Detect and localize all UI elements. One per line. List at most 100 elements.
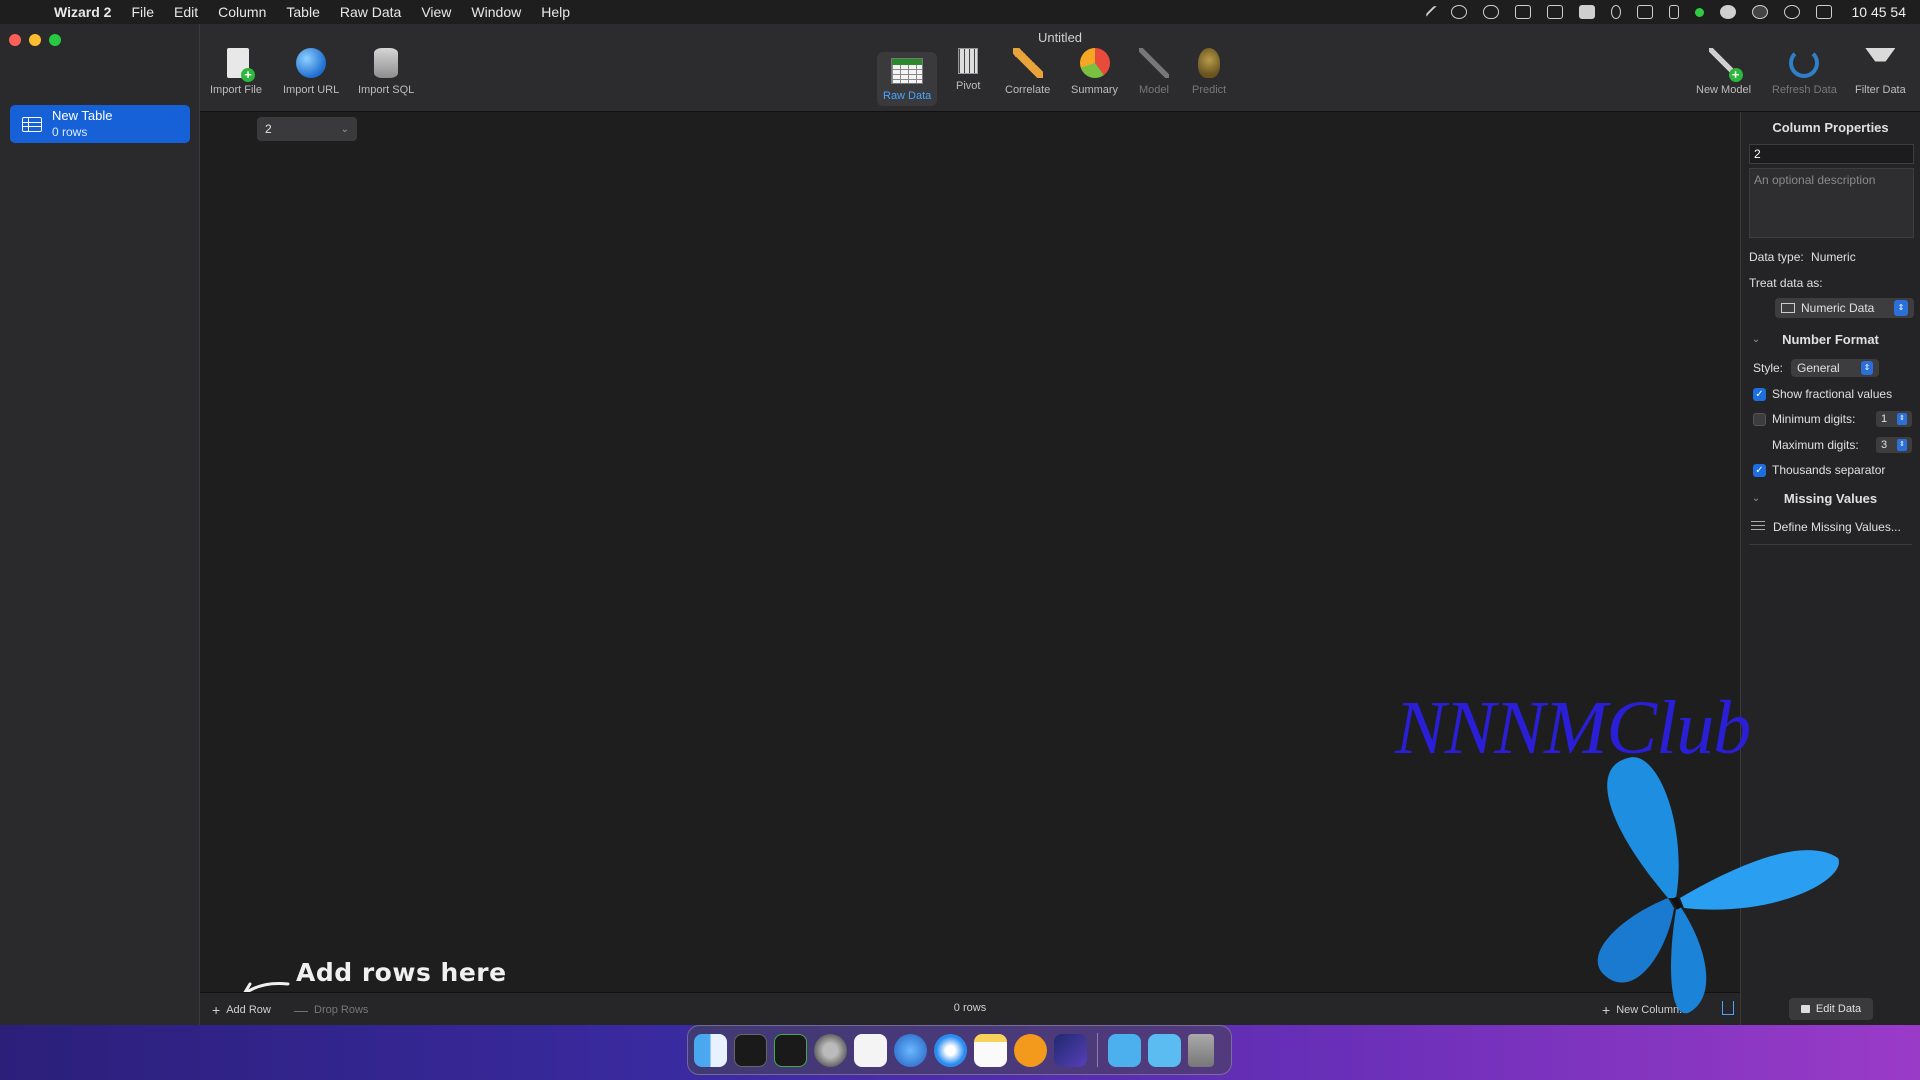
refresh-data-button[interactable]: Refresh Data	[1772, 48, 1837, 96]
sidebar: New Table 0 rows	[0, 24, 200, 1025]
menu-column[interactable]: Column	[208, 0, 276, 24]
hammer-icon	[1139, 48, 1169, 78]
network-icon[interactable]	[894, 1033, 927, 1067]
data-type-label: Data type:	[1749, 250, 1804, 264]
model-button[interactable]: Model	[1139, 48, 1169, 96]
menu-clock[interactable]: 10 45 54	[1852, 4, 1907, 20]
import-sql-button[interactable]: Import SQL	[358, 48, 414, 96]
min-digits-stepper[interactable]: 1 ⇕	[1876, 411, 1912, 427]
control-center-icon[interactable]	[1815, 5, 1832, 19]
style-label: Style:	[1753, 361, 1784, 375]
min-digits-checkbox[interactable]	[1753, 412, 1766, 426]
summary-button[interactable]: Summary	[1071, 48, 1118, 96]
column-name-field[interactable]: 2	[1749, 144, 1914, 164]
menu-help[interactable]: Help	[531, 0, 580, 24]
pivot-label: Pivot	[956, 80, 981, 92]
thousands-checkbox[interactable]: ✓	[1753, 463, 1766, 477]
table-row-count: 0 rows	[52, 125, 88, 139]
menu-raw-data[interactable]: Raw Data	[330, 0, 411, 24]
updown-icon: ⇕	[1894, 300, 1908, 316]
treat-as-label: Treat data as:	[1749, 276, 1823, 290]
treat-as-value: Numeric Data	[1801, 301, 1875, 315]
safari-icon[interactable]	[934, 1033, 967, 1067]
column-description-field[interactable]: An optional description	[1749, 168, 1914, 238]
import-file-icon	[226, 48, 255, 82]
new-model-button[interactable]: New Model	[1696, 48, 1751, 96]
import-url-button[interactable]: Import URL	[283, 48, 339, 96]
headphones-icon[interactable]	[1783, 5, 1800, 19]
disclosure-icon[interactable]: ⌄	[1741, 493, 1771, 504]
pin-icon[interactable]	[1424, 4, 1439, 20]
missing-values-title: Missing Values	[1783, 491, 1878, 506]
max-digits-stepper[interactable]: 3 ⇕	[1876, 437, 1912, 453]
predict-label: Predict	[1192, 84, 1227, 96]
show-fractional-checkbox[interactable]: ✓	[1753, 387, 1766, 401]
close-window-button[interactable]	[9, 34, 21, 46]
contrast-icon[interactable]	[1450, 5, 1467, 19]
lightbulb-icon	[1198, 48, 1221, 78]
activity-monitor-icon[interactable]	[774, 1033, 807, 1067]
refresh-data-label: Refresh Data	[1772, 84, 1837, 96]
menu-window[interactable]: Window	[461, 0, 531, 24]
disclosure-icon[interactable]: ⌄	[1741, 334, 1771, 345]
menu-edit[interactable]: Edit	[164, 0, 208, 24]
filter-data-button[interactable]: Filter Data	[1855, 48, 1906, 96]
notes-icon[interactable]	[974, 1033, 1007, 1067]
database-icon	[374, 48, 399, 78]
us-input-icon[interactable]	[1578, 5, 1595, 19]
xcode-icon[interactable]	[1054, 1033, 1087, 1067]
finder-icon[interactable]	[694, 1033, 727, 1067]
downloads-folder-icon[interactable]	[1108, 1033, 1141, 1067]
predict-button[interactable]: Predict	[1192, 48, 1226, 96]
system-settings-icon[interactable]	[814, 1033, 847, 1067]
missing-values-section[interactable]: ⌄ Missing Values	[1741, 491, 1920, 506]
define-missing-values-button[interactable]: Define Missing Values...	[1751, 520, 1920, 534]
raw-data-button[interactable]: Raw Data	[877, 52, 938, 106]
style-select[interactable]: General ⇕	[1791, 359, 1880, 377]
globe-icon	[296, 48, 327, 78]
terminal-icon[interactable]	[734, 1033, 767, 1067]
trash-icon[interactable]	[1188, 1033, 1214, 1067]
menu-view[interactable]: View	[411, 0, 461, 24]
dock-divider	[1097, 1033, 1098, 1067]
pivot-button[interactable]: Pivot	[956, 48, 980, 92]
chevron-down-icon: ⌄	[340, 123, 349, 135]
import-file-button[interactable]: Import File	[210, 48, 262, 96]
menu-app-name[interactable]: Wizard 2	[54, 0, 121, 24]
battery-icon[interactable]	[1636, 5, 1653, 19]
divider	[1749, 544, 1912, 545]
avatar-icon[interactable]	[1751, 5, 1768, 19]
mouse-icon[interactable]	[1610, 5, 1621, 19]
keyboard-icon[interactable]	[1514, 5, 1531, 19]
number-format-section[interactable]: ⌄ Number Format	[1741, 332, 1920, 347]
new-model-icon	[1708, 48, 1743, 82]
vpn-icon[interactable]	[1719, 5, 1736, 19]
menu-file[interactable]: File	[121, 0, 164, 24]
zoom-window-button[interactable]	[49, 34, 61, 46]
window-controls	[9, 34, 61, 46]
correlate-button[interactable]: Correlate	[1005, 48, 1050, 96]
raw-data-view: 2 ⌄ Add rows here	[200, 112, 1740, 996]
correlate-label: Correlate	[1005, 84, 1051, 96]
column-selector[interactable]: 2 ⌄	[257, 117, 357, 141]
import-file-label: Import File	[210, 84, 262, 96]
min-digits-value: 1	[1881, 413, 1888, 425]
sidebar-item-new-table[interactable]: New Table 0 rows	[10, 105, 190, 143]
applications-folder-icon[interactable]	[1148, 1033, 1181, 1067]
sliders-icon	[1751, 521, 1765, 533]
table-name: New Table	[52, 108, 113, 123]
textedit-icon[interactable]	[854, 1033, 887, 1067]
data-type-row: Data type: Numeric	[1749, 250, 1920, 264]
menu-meter-icon[interactable]	[1668, 5, 1679, 19]
show-fractional-row: ✓ Show fractional values	[1753, 387, 1920, 401]
minimize-window-button[interactable]	[29, 34, 41, 46]
style-value: General	[1797, 361, 1840, 375]
column-selector-value: 2	[265, 122, 272, 136]
cpu-icon[interactable]	[1546, 5, 1563, 19]
anaconda-icon[interactable]	[1014, 1033, 1047, 1067]
treat-as-select[interactable]: Numeric Data ⇕	[1775, 298, 1914, 318]
menu-table[interactable]: Table	[276, 0, 329, 24]
glasses-icon[interactable]	[1482, 5, 1499, 19]
green-dot-icon	[1694, 7, 1704, 17]
thousands-label: Thousands separator	[1772, 463, 1886, 477]
